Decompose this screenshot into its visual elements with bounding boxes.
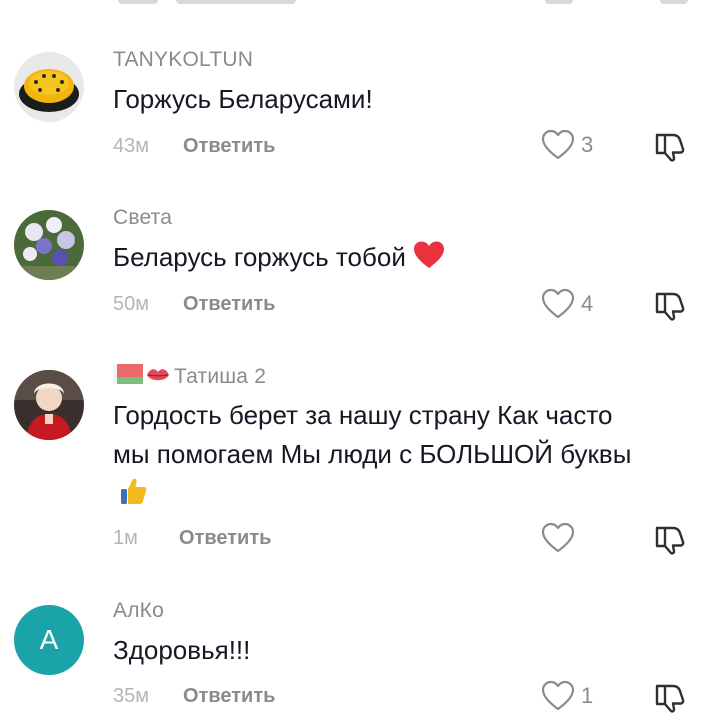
comment-text-content: Гордость берет за нашу страну Как часто …: [113, 400, 632, 469]
comment-text: Беларусь горжусь тобой: [113, 238, 673, 281]
like-count: 4: [581, 291, 594, 316]
like-count: 1: [581, 683, 594, 708]
avatar[interactable]: [14, 370, 84, 440]
avatar[interactable]: [14, 210, 84, 280]
comment-username[interactable]: Татиша 2: [113, 364, 266, 391]
reply-button[interactable]: Ответить: [183, 135, 275, 157]
heart-outline-icon: [541, 129, 575, 160]
heart-outline-icon: [541, 680, 575, 711]
like-button[interactable]: 1: [541, 680, 593, 712]
comment-time: 35м: [113, 685, 149, 707]
reply-button[interactable]: Ответить: [183, 685, 275, 707]
thumbs-up-emoji-icon: [119, 476, 149, 517]
comment-text: Горжусь Беларусами!: [113, 84, 373, 114]
thumbs-down-icon: [655, 292, 685, 321]
avatar-letter: А: [39, 624, 59, 655]
heart-outline-icon: [541, 288, 575, 319]
avatar[interactable]: А: [14, 605, 84, 675]
comment-text-content: Беларусь горжусь тобой: [113, 242, 406, 272]
dislike-button[interactable]: [653, 288, 687, 327]
dislike-button[interactable]: [653, 129, 687, 168]
comment-username[interactable]: TANYKOLTUN: [113, 48, 253, 72]
dislike-button[interactable]: [653, 522, 687, 561]
previous-comment-sliver: [0, 0, 708, 10]
comment-time: 1м: [113, 527, 138, 549]
comment-username[interactable]: АлКо: [113, 599, 164, 623]
thumbs-down-icon: [655, 133, 685, 162]
comment-username-text: Татиша 2: [174, 365, 267, 388]
comment-time: 50м: [113, 293, 149, 315]
dislike-button[interactable]: [653, 680, 687, 719]
comment-text: Здоровья!!!: [113, 635, 251, 665]
like-button[interactable]: 3: [541, 129, 593, 161]
belarus-flag-icon: [113, 364, 143, 390]
thumbs-down-icon: [655, 684, 685, 713]
kiss-mark-icon: [145, 365, 171, 391]
reply-button[interactable]: Ответить: [179, 527, 271, 549]
reply-button[interactable]: Ответить: [183, 293, 275, 315]
red-heart-emoji-icon: [412, 240, 446, 281]
comment-username[interactable]: Света: [113, 206, 172, 230]
comment-time: 43м: [113, 135, 149, 157]
like-button[interactable]: 4: [541, 288, 593, 320]
avatar[interactable]: [14, 52, 84, 122]
heart-outline-icon: [541, 522, 575, 553]
thumbs-down-icon: [655, 526, 685, 555]
like-count: 3: [581, 132, 594, 157]
like-button[interactable]: [541, 522, 581, 554]
comment-text: Гордость берет за нашу страну Как часто …: [113, 396, 633, 517]
